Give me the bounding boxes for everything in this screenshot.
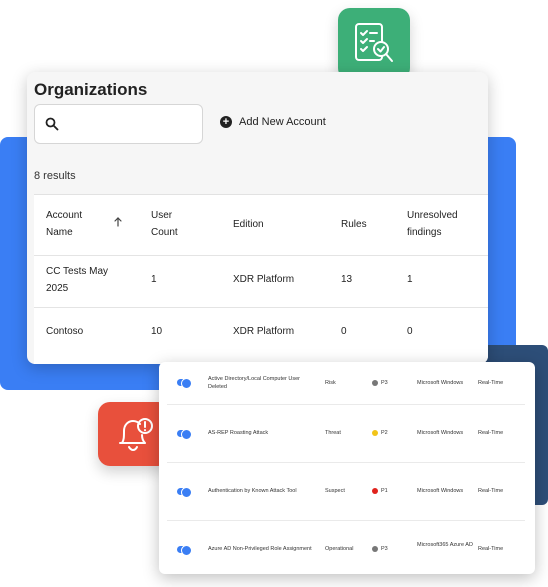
- rule-row[interactable]: Azure AD Non-Privileged Role Assignment …: [167, 520, 525, 574]
- rule-type: Operational: [325, 546, 354, 552]
- results-count: 8 results: [34, 170, 76, 182]
- rule-name: Azure AD Non-Privileged Role Assignment: [208, 546, 312, 552]
- cell-user-count: 10: [151, 326, 163, 337]
- rule-priority: P3: [381, 546, 388, 552]
- cell-rules: 0: [341, 326, 347, 337]
- search-icon: [45, 117, 59, 131]
- column-header-user-count[interactable]: User Count: [151, 207, 201, 241]
- add-new-account-label: Add New Account: [239, 116, 326, 128]
- cell-account-name: Contoso: [46, 326, 84, 337]
- priority-dot: [372, 380, 378, 386]
- rule-name: Authentication by Known Attack Tool: [208, 488, 297, 494]
- table-row[interactable]: CC Tests May 2025 1 XDR Platform 13 1: [34, 255, 488, 308]
- rule-toggle[interactable]: [177, 378, 192, 389]
- cell-unresolved: 0: [407, 326, 413, 337]
- add-new-account-button[interactable]: + Add New Account: [220, 116, 326, 128]
- rule-toggle[interactable]: [177, 545, 192, 556]
- rule-platform: Microsoft365 Azure AD: [417, 542, 473, 548]
- search-field[interactable]: [34, 104, 203, 144]
- rule-name: AS-REP Roasting Attack: [208, 430, 269, 436]
- rule-name: Active Directory/Local Computer User Del…: [208, 376, 301, 390]
- rule-type: Threat: [325, 430, 341, 436]
- organizations-panel: Organizations + Add New Account 8 result…: [27, 72, 488, 364]
- rule-mode: Real-Time: [478, 488, 504, 494]
- cell-unresolved: 1: [407, 274, 413, 285]
- column-header-unresolved-findings[interactable]: Unresolved findings: [407, 207, 469, 241]
- priority-dot: [372, 430, 378, 436]
- rule-type: Suspect: [325, 488, 345, 494]
- column-header-rules[interactable]: Rules: [341, 216, 367, 233]
- sort-arrow-up-icon[interactable]: [114, 217, 122, 227]
- cell-rules: 13: [341, 274, 353, 285]
- rule-priority: P2: [381, 430, 388, 436]
- rule-mode: Real-Time: [478, 380, 504, 386]
- search-input[interactable]: [71, 113, 195, 137]
- rule-row[interactable]: AS-REP Roasting Attack Threat P2 Microso…: [167, 404, 525, 463]
- rule-platform: Microsoft Windows: [417, 380, 464, 386]
- rules-panel: Active Directory/Local Computer User Del…: [159, 362, 535, 574]
- cell-edition: XDR Platform: [233, 326, 295, 337]
- rule-type: Risk: [325, 380, 336, 386]
- accounts-table: Account Name User Count Edition Rules Un…: [34, 194, 488, 364]
- rule-platform: Microsoft Windows: [417, 430, 464, 436]
- rule-toggle[interactable]: [177, 429, 192, 440]
- cell-account-name: CC Tests May 2025: [46, 266, 109, 294]
- priority-dot: [372, 488, 378, 494]
- table-header-row: Account Name User Count Edition Rules Un…: [34, 195, 488, 256]
- plus-circle-icon: +: [220, 116, 232, 128]
- cell-edition: XDR Platform: [233, 274, 295, 285]
- column-header-account-name[interactable]: Account Name: [46, 207, 106, 241]
- table-row[interactable]: Contoso 10 XDR Platform 0 0: [34, 307, 488, 359]
- checklist-search-icon: [338, 8, 410, 80]
- rule-row[interactable]: Active Directory/Local Computer User Del…: [167, 362, 525, 405]
- rule-priority: P3: [381, 380, 388, 386]
- rule-mode: Real-Time: [478, 430, 504, 436]
- column-header-edition[interactable]: Edition: [233, 216, 264, 233]
- rule-row[interactable]: Authentication by Known Attack Tool Susp…: [167, 462, 525, 521]
- rule-priority: P1: [381, 488, 388, 494]
- page-title: Organizations: [34, 80, 148, 99]
- rule-toggle[interactable]: [177, 487, 192, 498]
- priority-dot: [372, 546, 378, 552]
- rule-mode: Real-Time: [478, 546, 504, 552]
- cell-user-count: 1: [151, 274, 157, 285]
- rule-platform: Microsoft Windows: [417, 488, 464, 494]
